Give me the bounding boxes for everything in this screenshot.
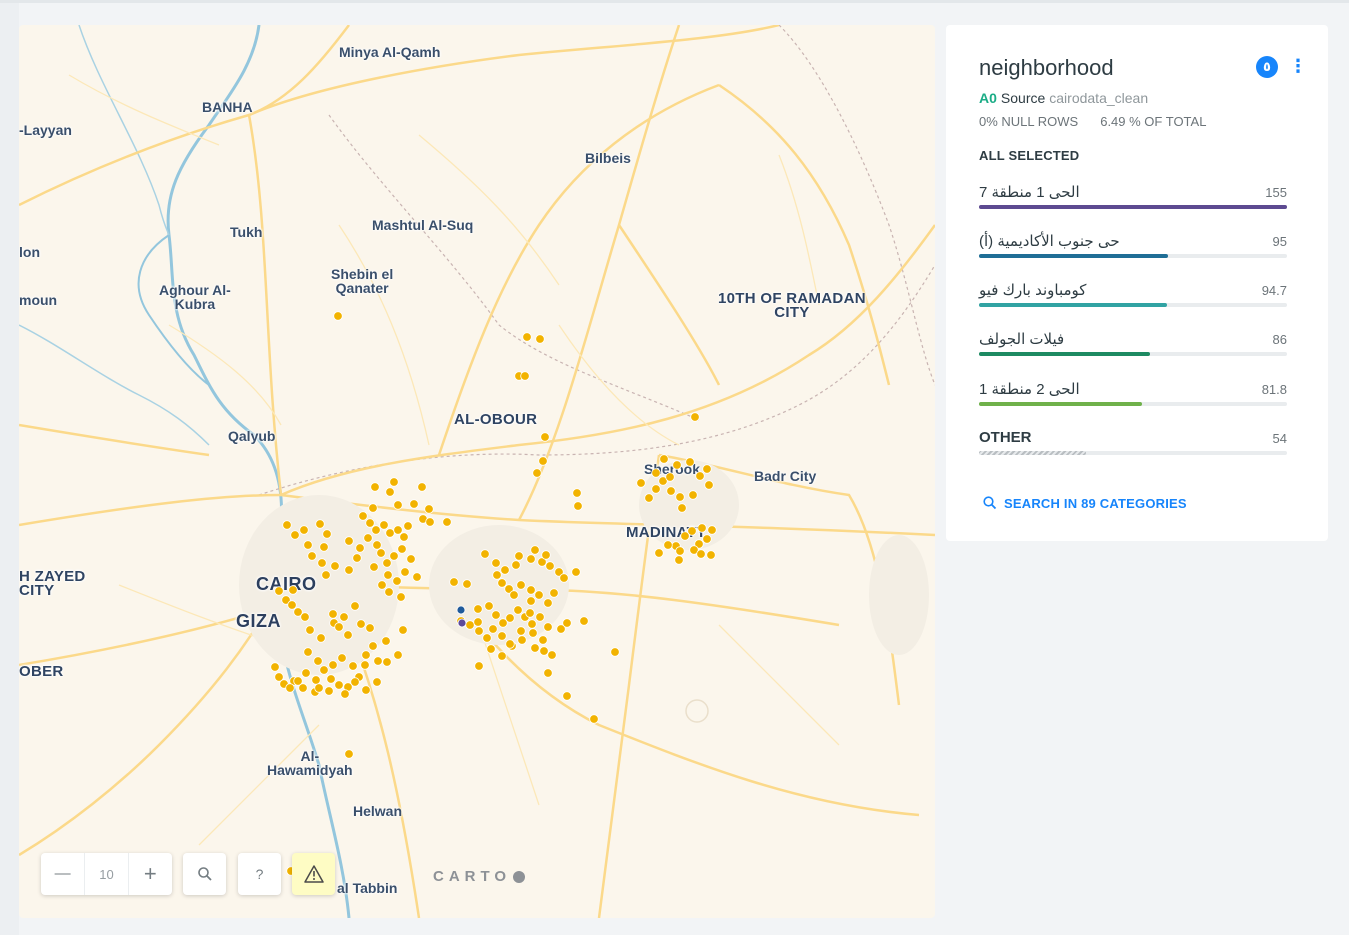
map-label-tenth-ramadan: 10TH OF RAMADAN CITY (718, 290, 866, 321)
category-name: OTHER (979, 429, 1032, 446)
category-name: الحى 2 منطقة 1 (979, 381, 1080, 398)
all-selected-label: ALL SELECTED (979, 148, 1080, 163)
map-label-qalyub: Qalyub (228, 428, 276, 444)
widget-stats: 0% NULL ROWS 6.49 % OF TOTAL (979, 114, 1206, 129)
category-bar-fill (979, 205, 1287, 209)
map-label-bilbeis: Bilbeis (585, 150, 631, 166)
map-label-tukh: Tukh (230, 224, 263, 240)
category-bar-track (979, 402, 1287, 406)
category-bar-track (979, 205, 1287, 209)
map-label-ion: lon (19, 244, 40, 260)
map-view[interactable]: Minya Al-Qamh BANHA -Layyan Bilbeis Tukh… (19, 25, 935, 918)
category-bar-track (979, 303, 1287, 307)
map-label-hawamidyah: Al- Hawamidyah (267, 748, 353, 778)
widget-source: A0 Source cairodata_clean (979, 90, 1148, 106)
zoom-out-button[interactable]: — (41, 853, 84, 895)
category-value: 81.8 (1261, 382, 1287, 397)
category-bar-fill (979, 254, 1168, 258)
map-label-minya: Minya Al-Qamh (339, 44, 441, 60)
map-label-giza: GIZA (236, 611, 281, 631)
category-row-other[interactable]: OTHER 54 (979, 429, 1287, 469)
category-bar-track (979, 254, 1287, 258)
map-label-helwan: Helwan (353, 803, 403, 819)
category-value: 155 (1265, 185, 1287, 200)
category-value: 86 (1272, 332, 1287, 347)
category-value: 94.7 (1261, 283, 1287, 298)
category-row[interactable]: حى جنوب الأكاديمية (أ) 95 (979, 232, 1287, 272)
top-bar (0, 0, 1349, 3)
category-name: حى جنوب الأكاديمية (أ) (979, 233, 1120, 250)
warning-button[interactable] (292, 853, 335, 895)
widget-title: neighborhood (979, 55, 1114, 80)
zoom-control: — 10 + (41, 853, 172, 895)
search-icon (983, 496, 997, 510)
map-label-ober: OBER (19, 663, 64, 680)
category-row[interactable]: الحى 1 منطقة 7 155 (979, 183, 1287, 223)
widget-count-badge[interactable]: ٥ (1256, 56, 1278, 78)
category-row[interactable]: كومباوند بارك فيو 94.7 (979, 281, 1287, 321)
map-label-shebin: Shebin el Qanater (331, 266, 394, 296)
category-name: الحى 1 منطقة 7 (979, 184, 1080, 201)
warning-icon (303, 865, 324, 883)
map-label-layyan: -Layyan (19, 122, 72, 138)
category-bar-fill (979, 303, 1167, 307)
map-label-tabbin: al Tabbin (337, 880, 398, 896)
category-row[interactable]: فيلات الجولف 86 (979, 330, 1287, 370)
help-button[interactable]: ? (238, 853, 281, 895)
map-label-madinaty: MADINATY (626, 524, 707, 541)
category-name: كومباوند بارك فيو (979, 282, 1087, 299)
map-label-banha: BANHA (202, 99, 253, 115)
map-label-aghour: Aghour Al- Kubra (159, 282, 231, 312)
zoom-in-button[interactable]: + (129, 853, 172, 895)
search-categories-label: SEARCH IN 89 CATEGORIES (1004, 495, 1187, 511)
zoom-level: 10 (84, 853, 129, 895)
search-location-button[interactable] (183, 853, 226, 895)
search-categories-link[interactable]: SEARCH IN 89 CATEGORIES (982, 495, 1187, 511)
carto-logo: CARTO (433, 868, 526, 885)
source-node-id: A0 (979, 90, 997, 106)
percent-of-total: 6.49 % OF TOTAL (1100, 114, 1207, 129)
category-bar-track (979, 352, 1287, 356)
category-name: فيلات الجولف (979, 331, 1065, 348)
category-widget: neighborhood ٥ ⋮ A0 Source cairodata_clean… (946, 25, 1328, 541)
search-icon (197, 867, 212, 881)
null-rows: 0% NULL ROWS (979, 114, 1079, 129)
map-label-sherook: Sherook (644, 461, 701, 477)
map-label-mashtul: Mashtul Al-Suq (372, 217, 474, 233)
map-label-badr: Badr City (754, 468, 817, 484)
map-label-cairo: CAIRO (256, 574, 317, 594)
source-label: Source (1000, 90, 1046, 106)
category-value: 54 (1272, 431, 1287, 446)
map-label-zayed: H ZAYED CITY (19, 568, 86, 599)
category-value: 95 (1272, 234, 1287, 249)
more-options-icon[interactable]: ⋮ (1289, 55, 1307, 77)
category-row[interactable]: الحى 2 منطقة 1 81.8 (979, 380, 1287, 420)
category-bar-track (979, 451, 1287, 455)
category-bar-fill (979, 402, 1142, 406)
source-name: cairodata_clean (1049, 90, 1149, 106)
left-sidebar (0, 3, 19, 935)
category-bar-fill (979, 451, 1086, 455)
category-bar-fill (979, 352, 1150, 356)
map-label-moun: moun (19, 292, 58, 308)
map-label-obour: AL-OBOUR (454, 411, 538, 428)
